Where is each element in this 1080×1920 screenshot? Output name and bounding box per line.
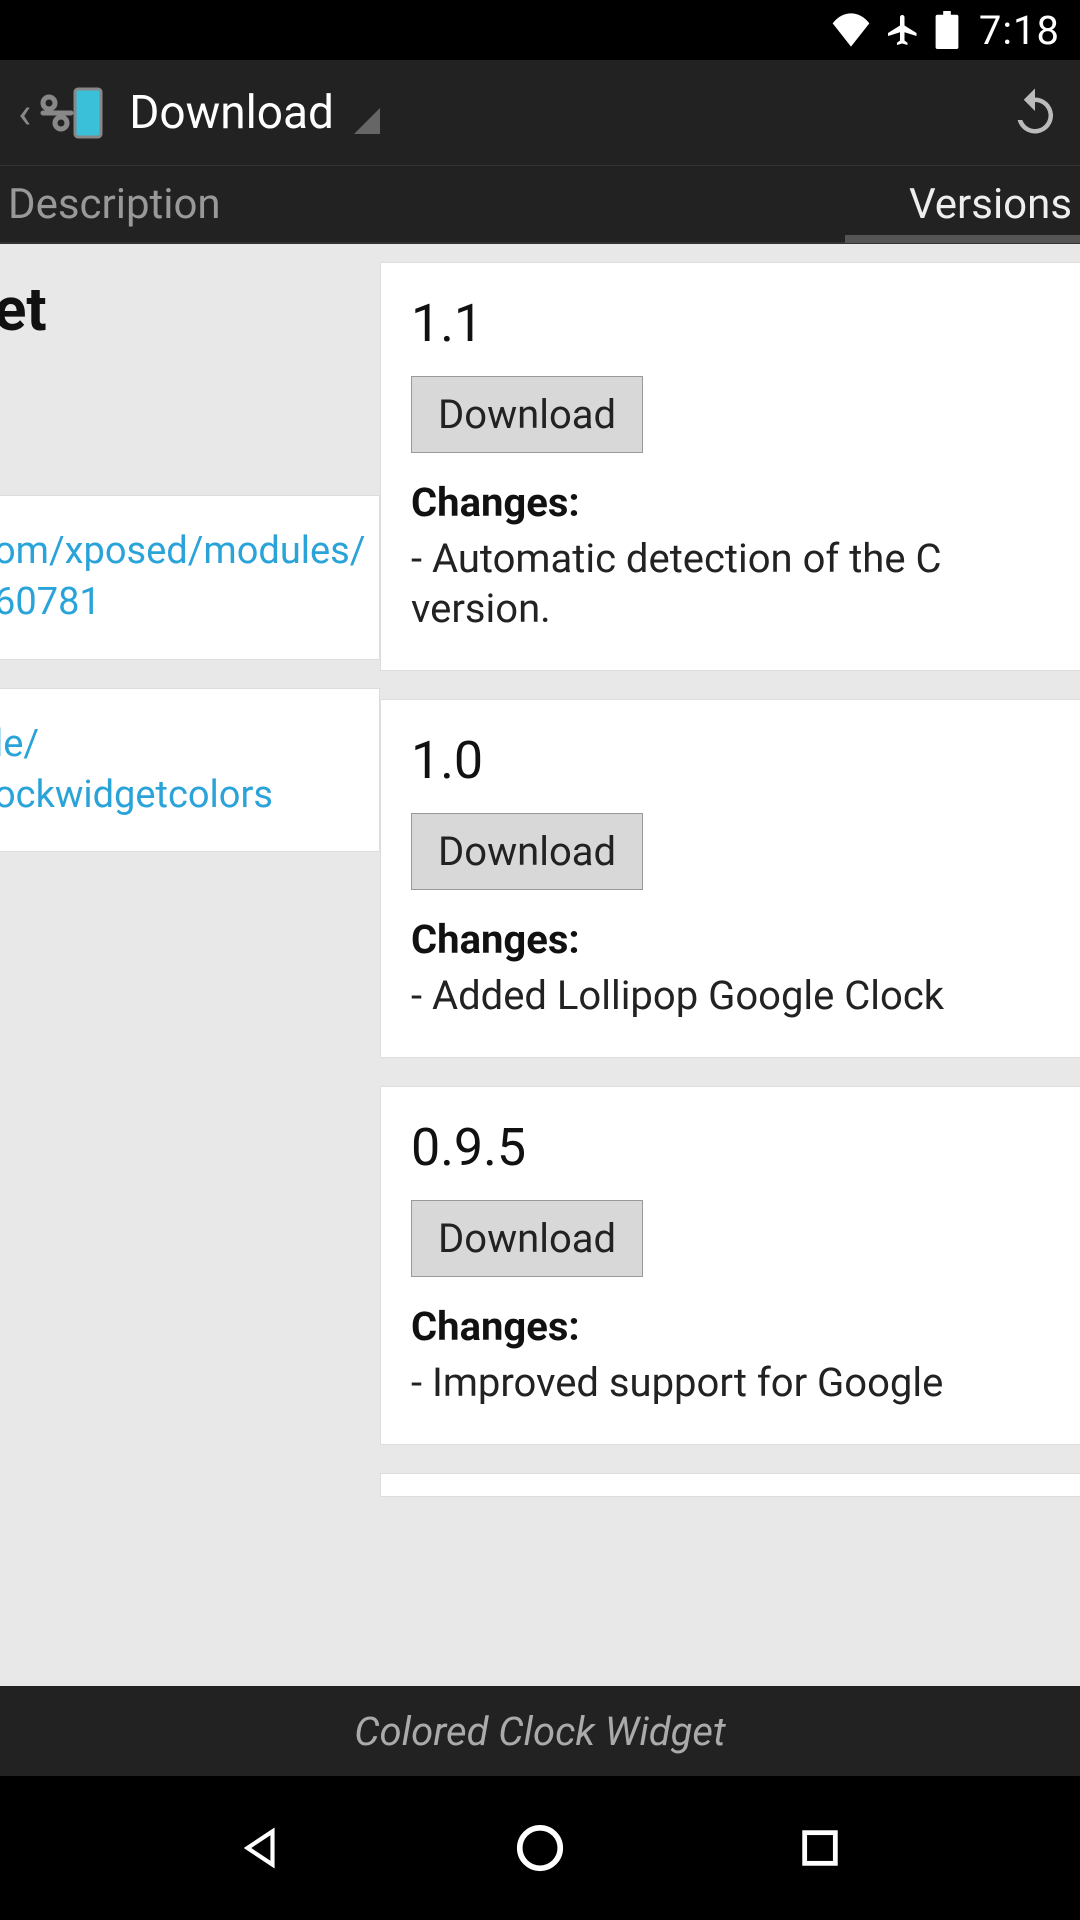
changes-heading: Changes: xyxy=(411,916,1060,963)
support-link-line2: 60781 xyxy=(0,580,101,624)
changes-text: - Improved support for Google xyxy=(411,1358,1060,1408)
versions-pane: 1.1 Download Changes: - Automatic detect… xyxy=(380,244,1080,1686)
toast-message: Colored Clock Widget xyxy=(0,1686,1080,1776)
download-button[interactable]: Download xyxy=(411,813,643,890)
action-bar-title-dropdown[interactable]: Download xyxy=(129,86,1008,140)
source-link-line1: le/ xyxy=(0,722,39,766)
action-bar: ‹ Download xyxy=(0,60,1080,166)
status-time: 7:18 xyxy=(979,7,1060,54)
version-number: 0.9.5 xyxy=(411,1117,1060,1178)
tab-versions[interactable]: Versions xyxy=(905,180,1076,229)
action-bar-title: Download xyxy=(129,86,334,140)
wifi-icon xyxy=(831,13,871,47)
back-chevron-icon[interactable]: ‹ xyxy=(18,87,31,139)
status-bar: 7:18 xyxy=(0,0,1080,60)
support-link-card[interactable]: om/xposed/modules/ 60781 xyxy=(0,495,380,660)
dropdown-triangle-icon xyxy=(354,108,380,134)
version-card: 0.9.5 Download Changes: - Improved suppo… xyxy=(380,1086,1080,1445)
nav-back-button[interactable] xyxy=(215,1803,305,1893)
source-link-line2: ockwidgetcolors xyxy=(0,773,273,817)
refresh-button[interactable] xyxy=(1008,84,1062,142)
version-card: 1.0 Download Changes: - Added Lollipop G… xyxy=(380,699,1080,1058)
airplane-icon xyxy=(885,12,921,48)
changes-heading: Changes: xyxy=(411,1303,1060,1350)
version-number: 1.1 xyxy=(411,293,1060,354)
support-link-line1: om/xposed/modules/ xyxy=(0,529,365,573)
battery-icon xyxy=(935,11,959,49)
tab-description[interactable]: Description xyxy=(4,180,225,229)
download-button[interactable]: Download xyxy=(411,376,643,453)
content-area[interactable]: et om/xposed/modules/ 60781 le/ ockwidge… xyxy=(0,244,1080,1686)
version-card: 1.1 Download Changes: - Automatic detect… xyxy=(380,262,1080,671)
xposed-app-icon[interactable] xyxy=(35,85,105,141)
tab-bar: Description Versions xyxy=(0,166,1080,244)
changes-heading: Changes: xyxy=(411,479,1060,526)
download-button[interactable]: Download xyxy=(411,1200,643,1277)
version-number: 1.0 xyxy=(411,730,1060,791)
source-link-card[interactable]: le/ ockwidgetcolors xyxy=(0,688,380,853)
changes-text: - Automatic detection of the C version. xyxy=(411,534,1060,634)
changes-text: - Added Lollipop Google Clock xyxy=(411,971,1060,1021)
nav-recents-button[interactable] xyxy=(775,1803,865,1893)
module-title-fragment: et xyxy=(0,244,380,345)
version-card-peek xyxy=(380,1473,1080,1497)
navigation-bar xyxy=(0,1776,1080,1920)
nav-home-button[interactable] xyxy=(495,1803,585,1893)
description-pane-partial: et om/xposed/modules/ 60781 le/ ockwidge… xyxy=(0,244,380,1686)
